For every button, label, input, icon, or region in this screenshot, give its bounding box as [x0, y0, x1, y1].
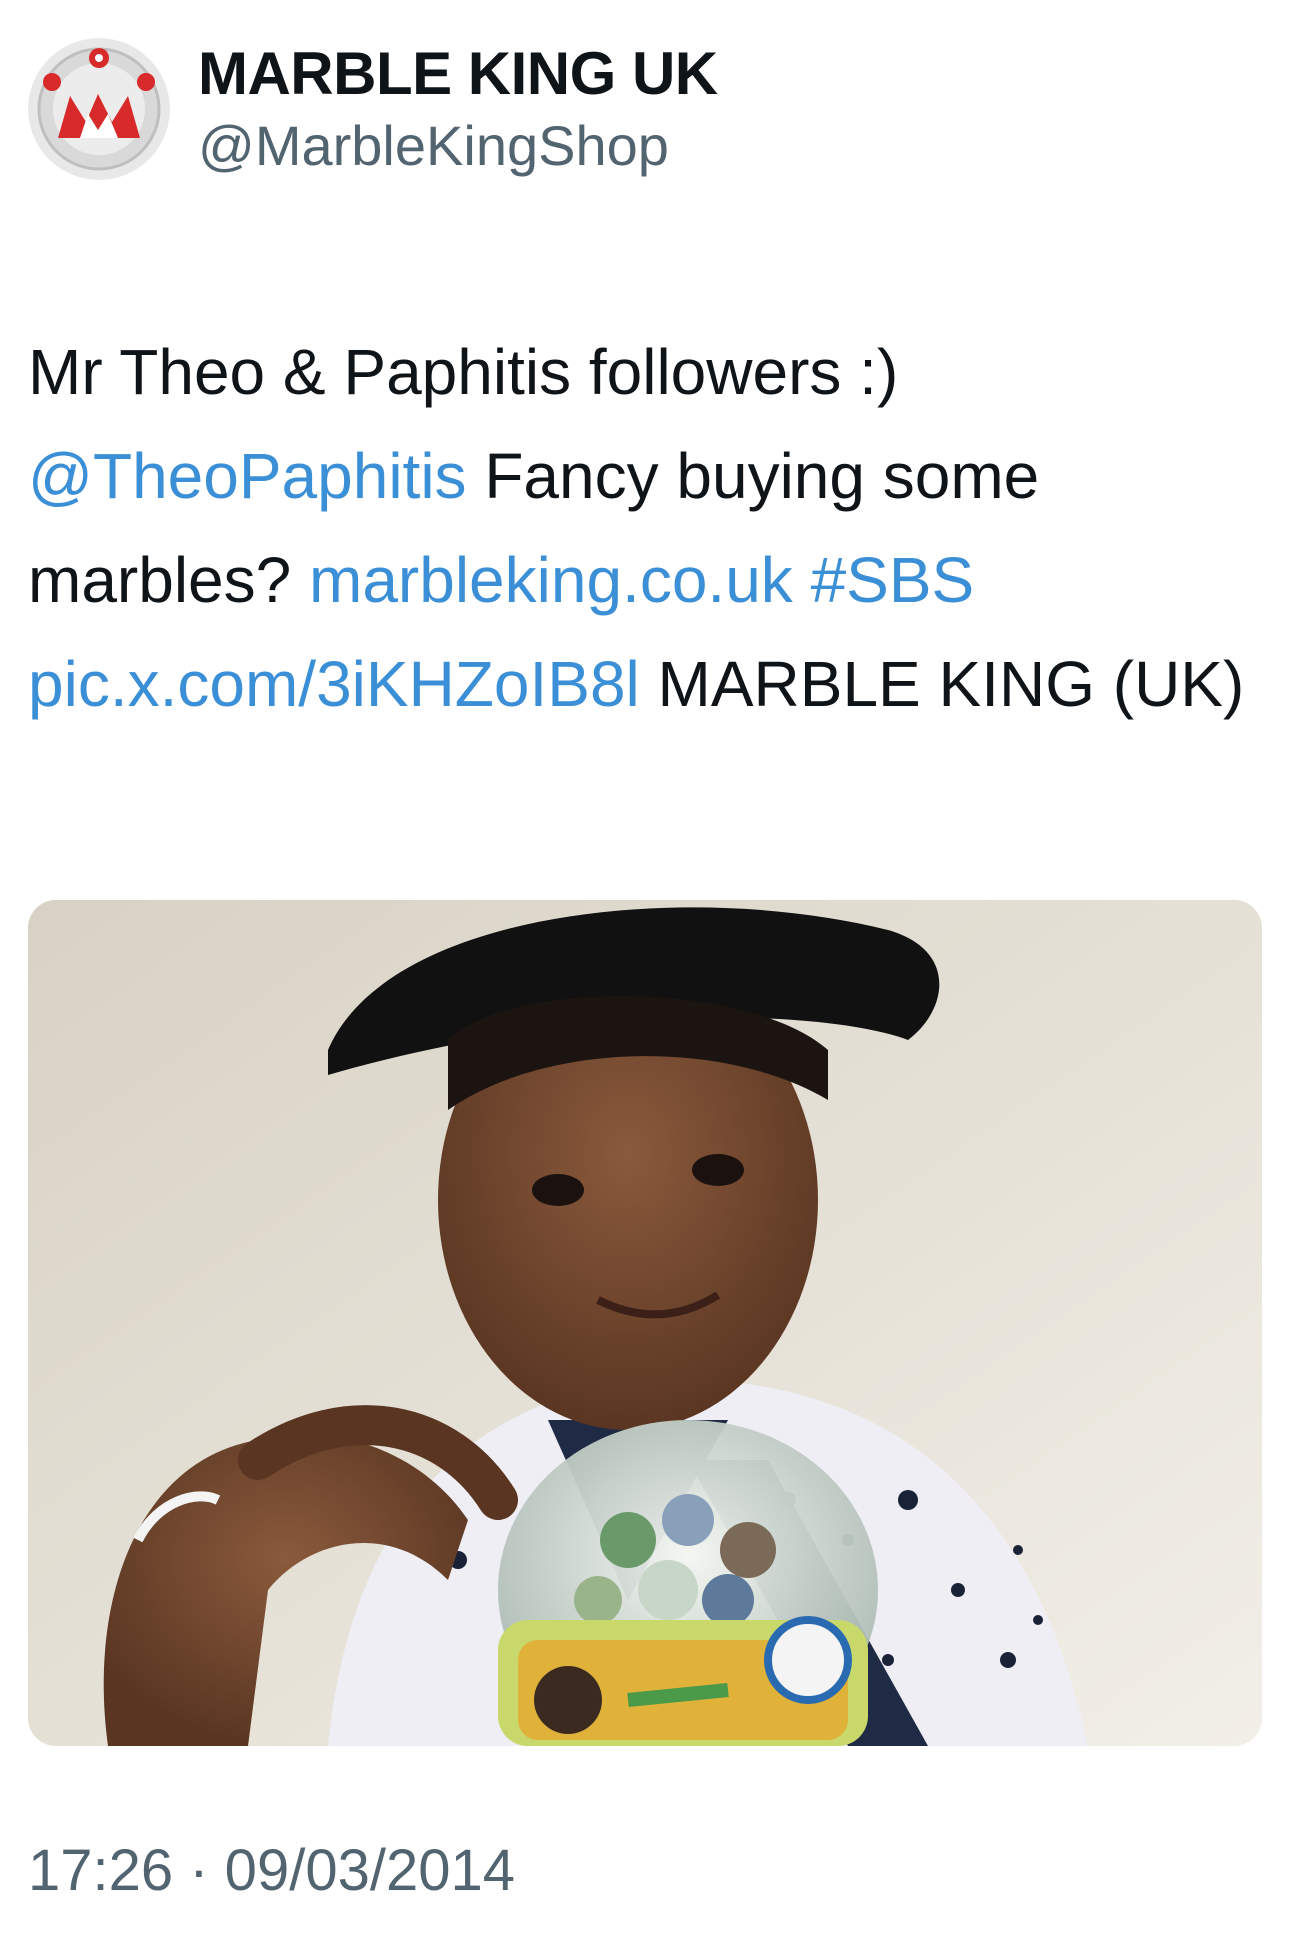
- author-display-name[interactable]: MARBLE KING UK: [198, 38, 718, 110]
- mention-link[interactable]: @TheoPaphitis: [28, 440, 467, 512]
- author-handle[interactable]: @MarbleKingShop: [198, 112, 718, 180]
- tweet-text-part-3: MARBLE KING (UK): [639, 648, 1245, 720]
- media-link[interactable]: pic.x.com/3iKHZoIB8l: [28, 648, 640, 720]
- author-names: MARBLE KING UK @MarbleKingShop: [198, 38, 718, 180]
- hashtag-link[interactable]: #SBS: [811, 544, 975, 616]
- website-link[interactable]: marbleking.co.uk: [309, 544, 793, 616]
- tweet-text-part-1: Mr Theo & Paphitis followers :): [28, 336, 899, 408]
- marble-king-logo-icon[interactable]: [28, 38, 170, 180]
- tweet-photo[interactable]: [28, 900, 1262, 1746]
- tweet-text: Mr Theo & Paphitis followers :) @TheoPaph…: [28, 320, 1258, 736]
- tweet-timestamp[interactable]: 17:26 · 09/03/2014: [28, 1836, 515, 1906]
- tweet-header: MARBLE KING UK @MarbleKingShop: [28, 38, 718, 180]
